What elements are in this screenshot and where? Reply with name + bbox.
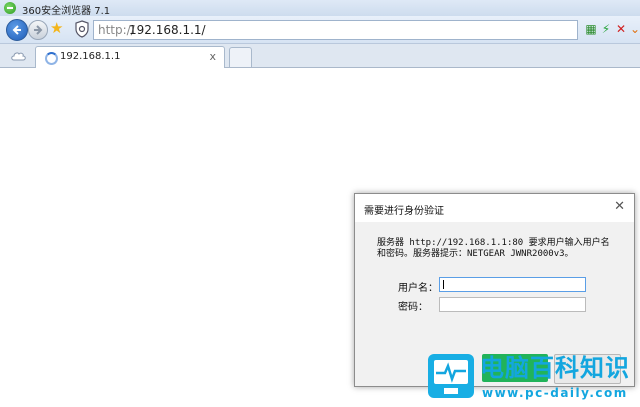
forward-arrow-icon [34,25,43,35]
chevron-down-icon[interactable]: ⌄ [628,22,640,36]
close-x-icon[interactable]: ✕ [614,22,628,36]
username-label: 用户名： [398,283,438,294]
url-host: 192.168.1.1/ [129,23,206,37]
navigation-toolbar: ★ http:// 192.168.1.1/ ▦ ⚡ ✕ ⌄ [0,16,640,44]
tab-title: 192.168.1.1 [60,51,121,62]
site-watermark: 电脑百科知识 www.pc-daily.com [428,352,640,407]
star-icon[interactable]: ★ [50,21,63,36]
tab-strip: 192.168.1.1 x [0,44,640,68]
monitor-stand [444,388,458,394]
lightning-icon[interactable]: ⚡ [599,22,613,36]
new-tab-button[interactable] [229,47,252,67]
password-input[interactable] [439,297,586,312]
window-title: 360安全浏览器 7.1 [22,6,111,17]
browser-logo-icon [4,2,16,14]
shield-icon[interactable] [74,20,90,38]
address-bar[interactable]: http:// 192.168.1.1/ [93,20,578,40]
cloud-icon[interactable] [10,50,26,61]
watermark-title: 电脑百科知识 [480,354,630,382]
qr-code-icon[interactable]: ▦ [584,22,598,36]
back-button[interactable] [6,19,28,41]
forward-button[interactable] [28,20,48,40]
dialog-close-button[interactable]: ✕ [614,199,625,214]
password-label: 密码： [398,302,428,313]
username-input[interactable] [439,277,586,292]
tab-close-button[interactable]: x [209,50,216,63]
window-titlebar: 360安全浏览器 7.1 [0,0,640,17]
dialog-title: 需要进行身份验证 [364,206,444,217]
back-arrow-icon [12,25,21,35]
monitor-logo-icon [428,354,474,398]
monitor-screen [434,360,468,384]
dialog-titlebar: 需要进行身份验证 ✕ [355,194,634,222]
pulse-line-icon [436,362,466,383]
dialog-message: 服务器 http://192.168.1.1:80 要求用户输入用户名和密码。服… [377,238,610,259]
loading-spinner-icon [45,52,58,65]
text-caret [443,280,444,289]
tab-active[interactable]: 192.168.1.1 x [35,46,225,68]
watermark-url: www.pc-daily.com [482,386,628,400]
